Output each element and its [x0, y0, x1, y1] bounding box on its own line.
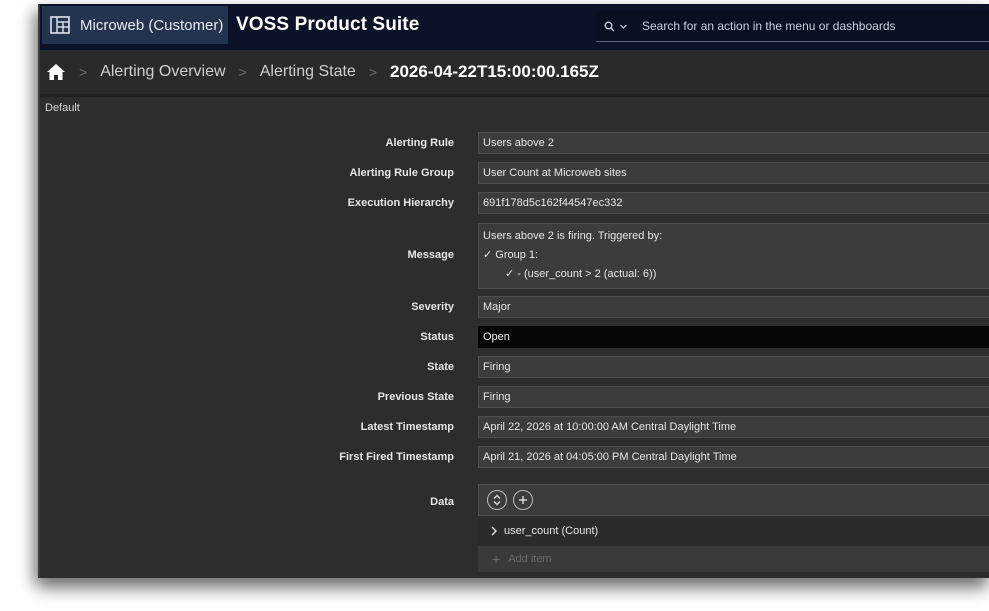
execution-hierarchy-field[interactable]: 691f178d5c162f44547ec332: [478, 192, 989, 214]
message-line: ✓ Group 1:: [483, 249, 539, 261]
severity-label: Severity: [411, 301, 454, 313]
plus-icon: [519, 496, 527, 504]
message-label: Message: [407, 249, 454, 261]
search-bar[interactable]: Search for an action in the menu or dash…: [596, 11, 989, 42]
search-input[interactable]: Search for an action in the menu or dash…: [642, 19, 896, 33]
app-window: Microweb (Customer) VOSS Product Suite S…: [38, 4, 989, 578]
message-line: Users above 2 is firing. Triggered by:: [483, 230, 663, 242]
severity-field[interactable]: Major: [478, 296, 989, 318]
alerting-rule-field[interactable]: Users above 2: [478, 132, 989, 154]
tenant-label: Microweb (Customer): [80, 16, 224, 34]
add-button[interactable]: [513, 490, 533, 510]
data-label: Data: [430, 496, 454, 508]
home-icon[interactable]: [46, 63, 66, 81]
message-field[interactable]: Users above 2 is firing. Triggered by: ✓…: [478, 223, 989, 289]
message-line: ✓ - (user_count > 2 (actual: 6)): [505, 268, 657, 280]
add-item-label: Add item: [508, 553, 552, 565]
chevron-right-icon: >: [368, 64, 377, 80]
chevron-up-down-icon: [493, 494, 501, 506]
app-title: VOSS Product Suite: [236, 14, 420, 35]
section-label: Default: [45, 102, 80, 114]
divider: [40, 94, 989, 97]
status-field[interactable]: Open: [478, 326, 989, 348]
data-toolbar: [478, 484, 989, 516]
data-item-label: user_count (Count): [504, 525, 599, 537]
status-label: Status: [420, 331, 454, 343]
previous-state-label: Previous State: [377, 391, 454, 403]
chevron-down-icon: [620, 24, 627, 29]
search-scope-button[interactable]: [604, 21, 628, 32]
chevron-right-icon: [490, 526, 498, 536]
first-fired-timestamp-label: First Fired Timestamp: [339, 451, 454, 463]
breadcrumb: > Alerting Overview > Alerting State > 2…: [40, 50, 989, 95]
chevron-right-icon: >: [79, 64, 88, 80]
execution-hierarchy-label: Execution Hierarchy: [347, 197, 454, 209]
search-icon: [604, 21, 615, 31]
chevron-right-icon: >: [238, 64, 247, 80]
plus-icon: +: [492, 551, 501, 567]
first-fired-timestamp-field[interactable]: April 21, 2026 at 04:05:00 PM Central Da…: [478, 446, 989, 468]
tenant-selector[interactable]: Microweb (Customer): [42, 6, 228, 44]
add-item-button[interactable]: + Add item: [478, 546, 989, 572]
latest-timestamp-field[interactable]: April 22, 2026 at 10:00:00 AM Central Da…: [478, 416, 989, 438]
breadcrumb-alerting-state[interactable]: Alerting State: [260, 63, 356, 81]
state-label: State: [427, 361, 454, 373]
alerting-rule-label: Alerting Rule: [385, 137, 454, 149]
expand-collapse-button[interactable]: [487, 490, 507, 510]
top-bar: Microweb (Customer) VOSS Product Suite S…: [40, 4, 989, 50]
page-title: 2026-04-22T15:00:00.165Z: [390, 62, 599, 81]
latest-timestamp-label: Latest Timestamp: [360, 421, 454, 433]
previous-state-field[interactable]: Firing: [478, 386, 989, 408]
data-list-item[interactable]: user_count (Count): [478, 517, 989, 545]
breadcrumb-alerting-overview[interactable]: Alerting Overview: [100, 63, 225, 81]
building-icon: [50, 16, 70, 34]
alerting-rule-group-field[interactable]: User Count at Microweb sites: [478, 162, 989, 184]
alerting-rule-group-label: Alerting Rule Group: [349, 167, 455, 179]
state-field[interactable]: Firing: [478, 356, 989, 378]
